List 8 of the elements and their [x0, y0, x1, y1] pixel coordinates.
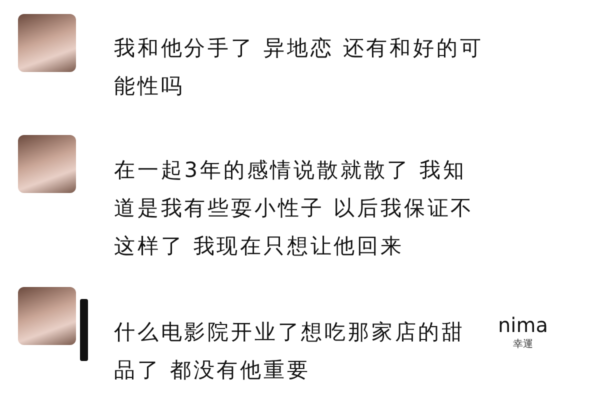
sticker-subtitle: 幸運 [512, 338, 533, 351]
sticker-title: nima [498, 313, 548, 337]
chat-message: 什么电影院开业了想吃那家店的甜品了 都没有他重要 [114, 319, 466, 384]
avatar-photo [18, 14, 76, 72]
avatar-photo [18, 287, 76, 345]
chat-message: 在一起3年的感情说散就散了 我知道是我有些耍小性子 以后我保证不这样了 我现在只想让他回来 [114, 157, 476, 260]
chat-message: 我和他分手了 异地恋 还有和好的可能性吗 [114, 35, 484, 100]
avatar-photo [18, 135, 76, 193]
